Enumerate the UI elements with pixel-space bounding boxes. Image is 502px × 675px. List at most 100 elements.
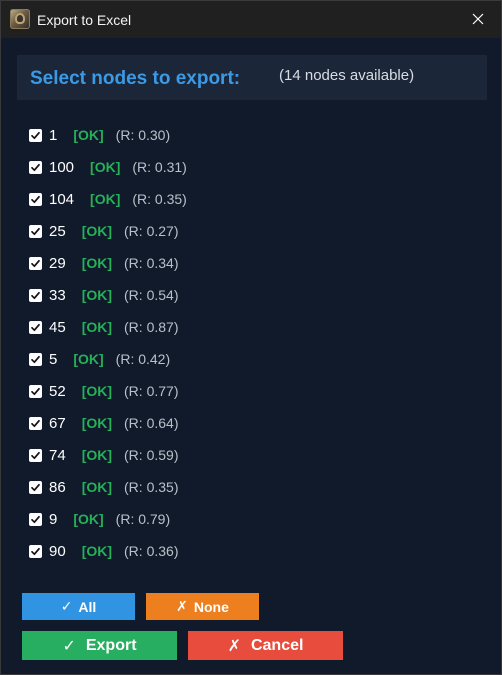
node-checkbox[interactable] bbox=[29, 224, 42, 238]
node-r-value: (R: 0.59) bbox=[124, 447, 179, 463]
node-checkbox[interactable] bbox=[29, 384, 42, 398]
node-r-value: (R: 0.36) bbox=[124, 543, 179, 559]
node-row[interactable]: 25 [OK] (R: 0.27) bbox=[29, 215, 469, 247]
node-status-badge: [OK] bbox=[90, 191, 121, 207]
nodes-available-count: (14 nodes available) bbox=[279, 67, 415, 84]
node-id: 33 bbox=[49, 286, 66, 304]
node-row[interactable]: 9 [OK] (R: 0.79) bbox=[29, 503, 469, 535]
checkmark-icon: ✓ bbox=[62, 637, 76, 655]
node-checkbox[interactable] bbox=[29, 416, 42, 430]
select-all-button[interactable]: ✓ All bbox=[22, 593, 135, 620]
cancel-label: Cancel bbox=[250, 636, 304, 654]
node-id: 104 bbox=[49, 190, 75, 208]
node-r-value: (R: 0.77) bbox=[124, 383, 179, 399]
node-checkbox[interactable] bbox=[29, 256, 42, 270]
close-button[interactable] bbox=[455, 1, 501, 38]
node-checkbox[interactable] bbox=[29, 160, 42, 174]
node-row[interactable]: 5 [OK] (R: 0.42) bbox=[29, 343, 469, 375]
node-list: 1 [OK] (R: 0.30) 100 [OK] (R: 0.31) 104 [OK] (R:… bbox=[29, 119, 469, 567]
node-id: 67 bbox=[49, 414, 66, 432]
node-checkbox[interactable] bbox=[29, 320, 42, 334]
node-id: 86 bbox=[49, 478, 66, 496]
node-status-badge: [OK] bbox=[81, 415, 113, 431]
checkmark-icon bbox=[31, 259, 40, 267]
checkmark-icon bbox=[31, 483, 40, 491]
checkmark-icon bbox=[31, 419, 40, 427]
node-checkbox[interactable] bbox=[29, 480, 42, 494]
app-icon bbox=[10, 9, 30, 29]
node-row[interactable]: 67 [OK] (R: 0.64) bbox=[29, 407, 469, 439]
node-checkbox[interactable] bbox=[29, 192, 42, 206]
node-id: 45 bbox=[49, 318, 66, 336]
node-r-value: (R: 0.34) bbox=[124, 255, 179, 271]
node-status-badge: [OK] bbox=[81, 479, 113, 495]
cross-icon: ✗ bbox=[227, 637, 241, 655]
checkmark-icon bbox=[31, 131, 40, 139]
select-none-label: None bbox=[193, 598, 229, 615]
node-status-badge: [OK] bbox=[81, 287, 113, 303]
node-row[interactable]: 1 [OK] (R: 0.30) bbox=[29, 119, 469, 151]
checkmark-icon bbox=[31, 451, 40, 459]
node-r-value: (R: 0.42) bbox=[115, 351, 171, 367]
checkmark-icon bbox=[31, 387, 40, 395]
node-checkbox[interactable] bbox=[29, 448, 42, 462]
checkmark-icon bbox=[31, 163, 40, 171]
node-status-badge: [OK] bbox=[81, 383, 113, 399]
cross-icon: ✗ bbox=[176, 598, 188, 614]
node-r-value: (R: 0.31) bbox=[132, 159, 187, 175]
checkmark-icon bbox=[31, 195, 40, 203]
select-none-button[interactable]: ✗ None bbox=[146, 593, 259, 620]
node-id: 100 bbox=[49, 158, 75, 176]
node-r-value: (R: 0.35) bbox=[132, 191, 187, 207]
node-id: 90 bbox=[49, 542, 66, 560]
checkmark-icon: ✓ bbox=[60, 598, 73, 614]
checkmark-icon bbox=[31, 355, 40, 363]
node-status-badge: [OK] bbox=[90, 159, 121, 175]
node-status-badge: [OK] bbox=[81, 447, 113, 463]
node-r-value: (R: 0.54) bbox=[124, 287, 179, 303]
node-row[interactable]: 52 [OK] (R: 0.77) bbox=[29, 375, 469, 407]
node-r-value: (R: 0.64) bbox=[124, 415, 179, 431]
node-checkbox[interactable] bbox=[29, 352, 42, 366]
node-r-value: (R: 0.79) bbox=[115, 511, 171, 527]
node-status-badge: [OK] bbox=[73, 351, 104, 367]
node-row[interactable]: 29 [OK] (R: 0.34) bbox=[29, 247, 469, 279]
export-button[interactable]: ✓ Export bbox=[22, 631, 177, 660]
node-status-badge: [OK] bbox=[81, 543, 113, 559]
node-id: 9 bbox=[49, 510, 58, 528]
checkmark-icon bbox=[31, 227, 40, 235]
checkmark-icon bbox=[31, 547, 40, 555]
node-row[interactable]: 90 [OK] (R: 0.36) bbox=[29, 535, 469, 567]
export-label: Export bbox=[85, 636, 137, 654]
header-title: Select nodes to export: bbox=[30, 68, 241, 89]
node-row[interactable]: 33 [OK] (R: 0.54) bbox=[29, 279, 469, 311]
node-checkbox[interactable] bbox=[29, 128, 42, 142]
node-r-value: (R: 0.35) bbox=[124, 479, 179, 495]
node-row[interactable]: 104 [OK] (R: 0.35) bbox=[29, 183, 469, 215]
close-icon bbox=[472, 13, 484, 25]
node-status-badge: [OK] bbox=[73, 127, 104, 143]
node-id: 52 bbox=[49, 382, 66, 400]
node-id: 25 bbox=[49, 222, 66, 240]
node-checkbox[interactable] bbox=[29, 544, 42, 558]
cancel-button[interactable]: ✗ Cancel bbox=[188, 631, 343, 660]
node-row[interactable]: 74 [OK] (R: 0.59) bbox=[29, 439, 469, 471]
node-checkbox[interactable] bbox=[29, 288, 42, 302]
node-status-badge: [OK] bbox=[73, 511, 104, 527]
window-title: Export to Excel bbox=[37, 12, 132, 28]
checkmark-icon bbox=[31, 323, 40, 331]
node-row[interactable]: 86 [OK] (R: 0.35) bbox=[29, 471, 469, 503]
header-panel: Select nodes to export: (14 nodes availa… bbox=[17, 55, 487, 100]
title-bar[interactable]: Export to Excel bbox=[1, 1, 501, 38]
node-id: 29 bbox=[49, 254, 66, 272]
node-status-badge: [OK] bbox=[81, 255, 113, 271]
checkmark-icon bbox=[31, 291, 40, 299]
node-row[interactable]: 45 [OK] (R: 0.87) bbox=[29, 311, 469, 343]
node-status-badge: [OK] bbox=[81, 319, 113, 335]
node-r-value: (R: 0.30) bbox=[115, 127, 171, 143]
node-checkbox[interactable] bbox=[29, 512, 42, 526]
checkmark-icon bbox=[31, 515, 40, 523]
node-row[interactable]: 100 [OK] (R: 0.31) bbox=[29, 151, 469, 183]
node-r-value: (R: 0.27) bbox=[124, 223, 179, 239]
node-status-badge: [OK] bbox=[81, 223, 113, 239]
